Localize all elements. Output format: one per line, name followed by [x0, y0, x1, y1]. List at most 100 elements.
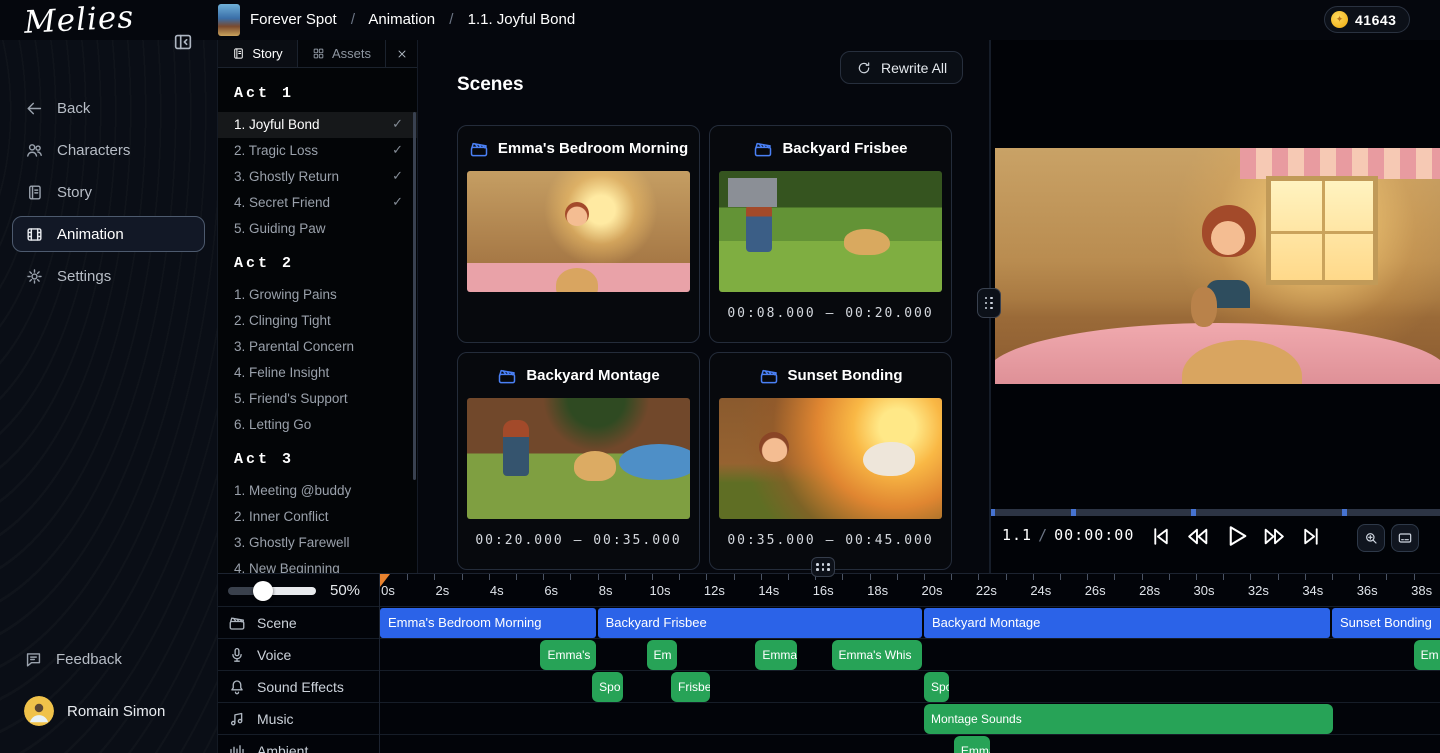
sidebar-item-back[interactable]: Back — [12, 90, 205, 126]
timeline-clip[interactable]: Spo — [592, 672, 623, 702]
timeline-clip[interactable]: Emma's — [540, 640, 595, 670]
act-item-label: 2. Clinging Tight — [234, 313, 331, 328]
breadcrumb-section[interactable]: Animation — [368, 11, 435, 28]
book-icon — [25, 183, 44, 202]
panel-scrollbar[interactable] — [413, 112, 416, 480]
scene-cards-grid: Emma's Bedroom Morning Backyard Frisbee00… — [457, 125, 952, 570]
timeline-clip[interactable]: Emma's Whis — [832, 640, 922, 670]
track-label: Scene — [257, 615, 297, 631]
user-menu[interactable]: Romain Simon — [24, 696, 165, 726]
divider-drag-handle[interactable] — [977, 288, 1001, 318]
film-icon — [25, 225, 44, 244]
act-item-label: 4. New Beginning — [234, 561, 340, 573]
breadcrumb-separator: / — [351, 11, 355, 28]
track-lane-sound-effects: Spo Frisbe Spo — [380, 671, 1440, 703]
timeline-clip[interactable]: Em — [647, 640, 678, 670]
skip-forward-icon — [1299, 524, 1324, 549]
sidebar-item-settings[interactable]: Settings — [12, 258, 205, 294]
timeline-ruler[interactable]: 0s2s4s6s8s10s12s14s16s18s20s22s24s26s28s… — [380, 574, 1440, 607]
act-item[interactable]: 2. Clinging Tight — [218, 308, 417, 334]
sidebar-item-animation[interactable]: Animation — [12, 216, 205, 252]
act-item[interactable]: 4. Secret Friend✓ — [218, 190, 417, 216]
act-item[interactable]: 4. New Beginning — [218, 556, 417, 573]
sidebar-collapse-icon[interactable] — [172, 31, 194, 53]
credits-badge[interactable]: ✦ 41643 — [1324, 6, 1410, 33]
track-header-sound-effects[interactable]: Sound Effects — [218, 671, 379, 703]
track-header-voice[interactable]: Voice — [218, 639, 379, 671]
act-item[interactable]: 2. Inner Conflict — [218, 504, 417, 530]
story-panel: Story Assets Act 11. Joyful Bond✓2. Trag… — [218, 40, 418, 573]
timeline-clip[interactable]: Em — [1414, 640, 1440, 670]
timeline-clip[interactable]: Spo — [924, 672, 949, 702]
timeline-minimap[interactable] — [990, 509, 1440, 516]
music-icon — [228, 710, 246, 728]
timeline-clip[interactable]: Emma — [755, 640, 797, 670]
track-header-ambient[interactable]: Ambient — [218, 735, 379, 753]
skip-back-icon — [1148, 524, 1173, 549]
gear-icon — [25, 267, 44, 286]
ruler-label: 34s — [1302, 583, 1323, 598]
timeline-clip[interactable]: Emma's Bedroom Morning — [380, 608, 596, 638]
scene-card-title: Emma's Bedroom Morning — [498, 140, 688, 157]
feedback-button[interactable]: Feedback — [24, 650, 122, 669]
ruler-label: 20s — [922, 583, 943, 598]
skip-forward-button[interactable] — [1299, 524, 1324, 549]
panel-resize-handle[interactable] — [811, 557, 835, 577]
sidebar-item-characters[interactable]: Characters — [12, 132, 205, 168]
act-item[interactable]: 3. Ghostly Farewell — [218, 530, 417, 556]
video-preview[interactable] — [995, 148, 1440, 384]
act-item[interactable]: 5. Friend's Support — [218, 386, 417, 412]
skip-back-button[interactable] — [1148, 524, 1173, 549]
timeline-clip[interactable]: Emma — [954, 736, 990, 753]
track-lane-music: Montage Sounds — [380, 703, 1440, 735]
act-item[interactable]: 4. Feline Insight — [218, 360, 417, 386]
captions-button[interactable] — [1391, 524, 1419, 552]
tab-story[interactable]: Story — [218, 40, 298, 67]
timeline-clip[interactable]: Montage Sounds — [924, 704, 1333, 734]
ruler-label: 36s — [1357, 583, 1378, 598]
act-item[interactable]: 3. Ghostly Return✓ — [218, 164, 417, 190]
breadcrumb-separator: / — [449, 11, 453, 28]
track-header-music[interactable]: Music — [218, 703, 379, 735]
act-item[interactable]: 5. Guiding Paw — [218, 216, 417, 242]
scene-card[interactable]: Sunset Bonding00:35.000 – 00:45.000 — [709, 352, 952, 570]
playhead-marker[interactable] — [380, 574, 390, 587]
breadcrumb-item[interactable]: 1.1. Joyful Bond — [468, 11, 576, 28]
timeline-clip[interactable]: Sunset Bonding — [1332, 608, 1440, 638]
ruler-label: 28s — [1139, 583, 1160, 598]
timeline-clip[interactable]: Backyard Montage — [924, 608, 1330, 638]
scene-card[interactable]: Backyard Frisbee00:08.000 – 00:20.000 — [709, 125, 952, 343]
track-header-scene[interactable]: Scene — [218, 607, 379, 639]
tab-story-label: Story — [252, 46, 282, 61]
fast-forward-button[interactable] — [1262, 524, 1287, 549]
breadcrumb-project[interactable]: Forever Spot — [250, 11, 337, 28]
act-item[interactable]: 2. Tragic Loss✓ — [218, 138, 417, 164]
ruler-label: 32s — [1248, 583, 1269, 598]
slider-handle[interactable] — [253, 581, 273, 601]
timeline-clip[interactable]: Frisbe — [671, 672, 710, 702]
sidebar-item-story[interactable]: Story — [12, 174, 205, 210]
close-panel-button[interactable] — [386, 40, 417, 67]
act-item[interactable]: 1. Growing Pains — [218, 282, 417, 308]
act-title: Act 1 — [218, 72, 417, 112]
rewrite-all-label: Rewrite All — [881, 60, 947, 76]
act-item-label: 6. Letting Go — [234, 417, 311, 432]
act-item[interactable]: 3. Parental Concern — [218, 334, 417, 360]
rewrite-all-button[interactable]: Rewrite All — [840, 51, 963, 84]
act-item-label: 1. Growing Pains — [234, 287, 337, 302]
check-icon: ✓ — [392, 190, 403, 216]
play-button[interactable] — [1222, 522, 1250, 550]
zoom-in-button[interactable] — [1357, 524, 1385, 552]
scene-card[interactable]: Backyard Montage00:20.000 – 00:35.000 — [457, 352, 700, 570]
rewind-button[interactable] — [1185, 524, 1210, 549]
act-item[interactable]: 6. Letting Go — [218, 412, 417, 438]
scene-thumbnail — [467, 398, 690, 519]
timeline-zoom-slider[interactable] — [228, 587, 316, 595]
timeline-clip[interactable]: Backyard Frisbee — [598, 608, 922, 638]
project-thumbnail[interactable] — [218, 4, 240, 36]
act-item[interactable]: 1. Meeting @buddy — [218, 478, 417, 504]
user-name: Romain Simon — [67, 703, 165, 720]
scene-card[interactable]: Emma's Bedroom Morning — [457, 125, 700, 343]
tab-assets[interactable]: Assets — [298, 40, 386, 67]
act-item[interactable]: 1. Joyful Bond✓ — [218, 112, 417, 138]
